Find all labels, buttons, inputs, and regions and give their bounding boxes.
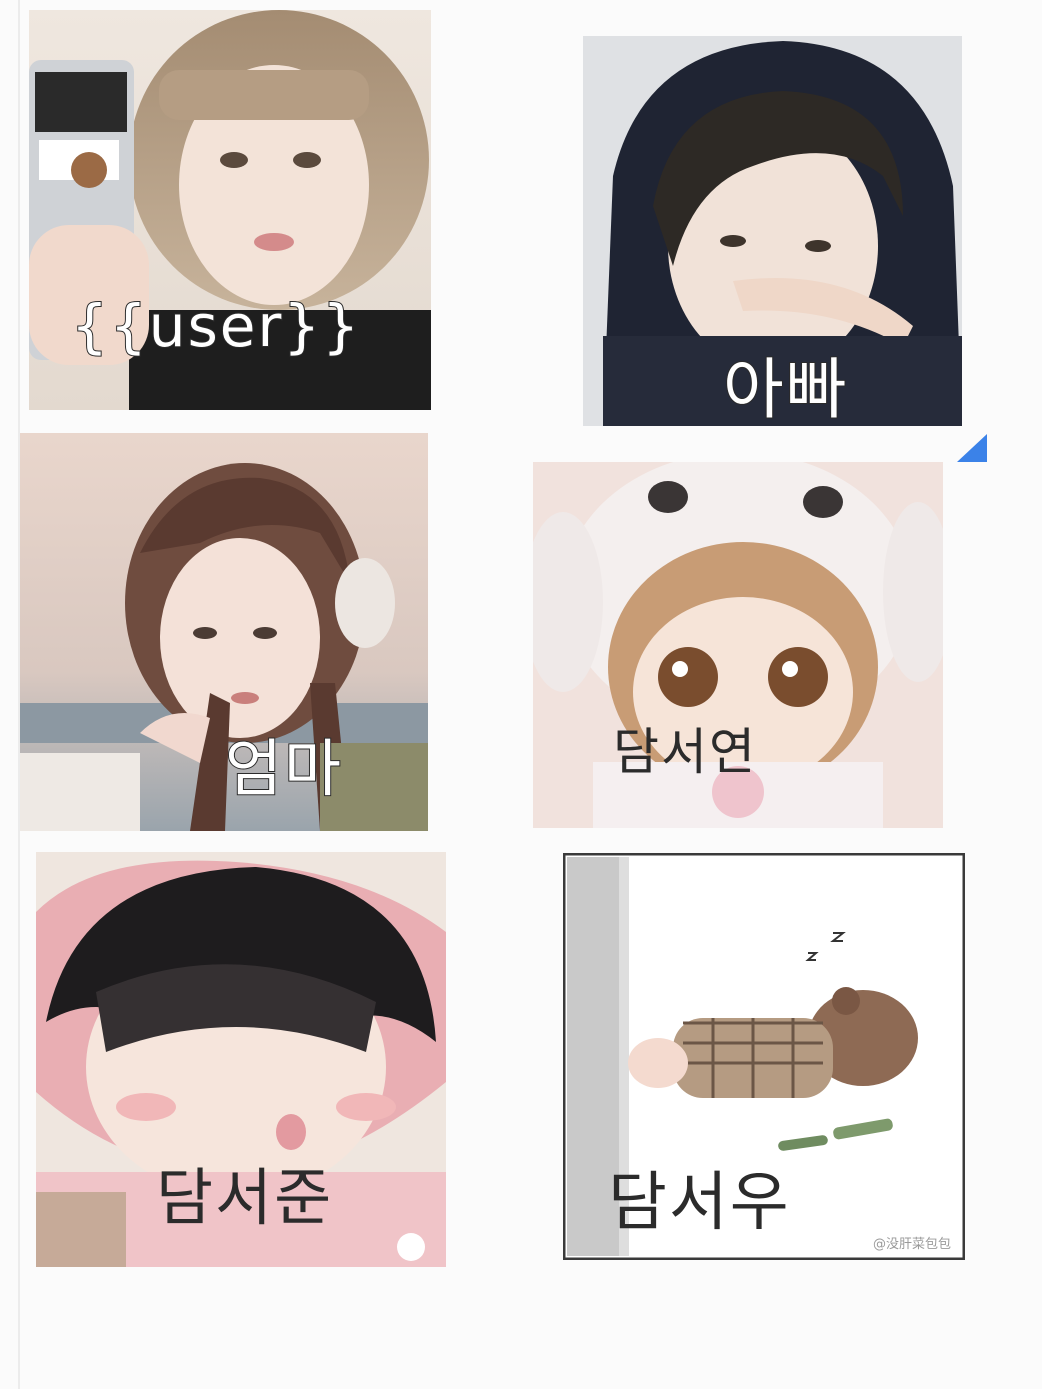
mom-portrait-image [20,433,428,831]
character-name-label: 담서우 [608,1166,791,1240]
character-card-dad: 아빠 [583,36,962,426]
character-name-label: 담서연 [613,723,757,781]
character-name-label: {{user}} [70,291,362,361]
character-name-label: 아빠 [722,350,849,426]
character-card-seojun: 담서준 [36,852,446,1267]
character-name-label: 담서준 [156,1161,334,1234]
character-card-user: {{user}} [29,10,431,410]
character-card-mom: 엄마 [20,433,428,831]
corner-triangle-icon [957,434,987,462]
character-name-label: 엄마 [224,731,344,806]
watermark-text: @没肝菜包包 [872,1237,951,1252]
character-card-seowoo: 담서우 @没肝菜包包 [563,853,965,1260]
character-card-seoyeon: 담서연 [533,462,943,828]
